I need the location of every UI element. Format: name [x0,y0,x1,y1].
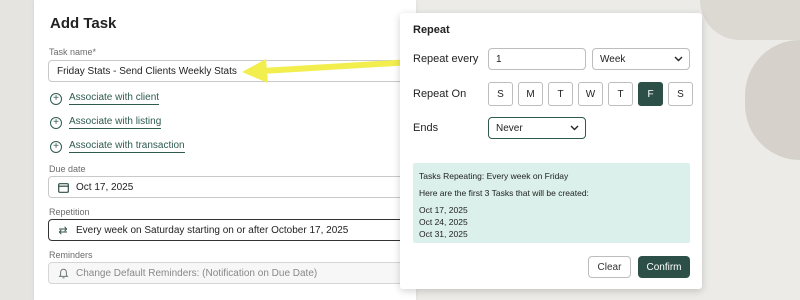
chevron-down-icon [674,54,683,64]
day-tuesday[interactable]: T [548,82,573,106]
repeat-icon: ⇄ [58,224,68,237]
day-friday[interactable]: F [638,82,663,106]
chevron-down-icon [570,123,579,133]
annotation-arrow [242,59,415,83]
repeat-unit-value: Week [600,53,626,65]
summary-intro: Here are the first 3 Tasks that will be … [419,188,589,198]
associate-listing-link[interactable]: + Associate with listing [50,116,162,129]
repeat-every-input[interactable]: 1 [488,48,586,70]
repeat-unit-select[interactable]: Week [592,48,690,70]
repeat-dialog: Repeat Repeat every 1 Week Repeat On S M… [400,13,702,289]
task-name-value: Friday Stats - Send Clients Weekly Stats [57,65,237,77]
due-date-value: Oct 17, 2025 [76,181,134,193]
repetition-field[interactable]: ⇄ Every week on Saturday starting on or … [48,219,413,241]
day-selector: S M T W T F S [488,82,693,106]
repetition-value: Every week on Saturday starting on or af… [76,224,349,236]
summary-date: Oct 31, 2025 [419,229,468,239]
ends-label: Ends [413,122,439,134]
reminders-field[interactable]: Change Default Reminders: (Notification … [48,262,413,284]
plus-circle-icon: + [50,92,62,105]
associate-client-link[interactable]: + Associate with client [50,92,160,105]
background-shape [700,0,800,40]
associate-listing-label: Associate with listing [69,116,162,129]
reminders-value: Change Default Reminders: (Notification … [76,267,318,279]
repetition-label: Repetition [49,207,90,217]
day-wednesday[interactable]: W [578,82,603,106]
due-date-label: Due date [49,164,86,174]
repeat-summary: Tasks Repeating: Every week on Friday He… [413,163,690,243]
day-saturday[interactable]: S [668,82,693,106]
repeat-every-value: 1 [496,53,502,65]
day-monday[interactable]: M [518,82,543,106]
summary-title: Tasks Repeating: Every week on Friday [419,171,569,181]
ends-value: Never [496,122,523,134]
ends-select[interactable]: Never [488,117,586,139]
summary-date: Oct 24, 2025 [419,217,468,227]
calendar-icon [57,181,69,193]
task-name-label: Task name* [49,47,97,57]
reminders-label: Reminders [49,250,93,260]
associate-transaction-link[interactable]: + Associate with transaction [50,140,185,153]
plus-circle-icon: + [50,116,62,129]
add-task-panel: Add Task Task name* Friday Stats - Send … [34,0,416,300]
confirm-button[interactable]: Confirm [638,256,690,278]
repeat-title: Repeat [413,24,450,36]
repeat-every-label: Repeat every [413,53,479,65]
background-shape [745,40,800,160]
repeat-on-label: Repeat On [413,88,467,100]
bell-icon [57,267,69,279]
page-title: Add Task [50,15,117,32]
associate-transaction-label: Associate with transaction [69,140,185,153]
day-sunday[interactable]: S [488,82,513,106]
plus-circle-icon: + [50,140,62,153]
due-date-field[interactable]: Oct 17, 2025 [48,176,413,198]
background-strip [0,0,34,300]
summary-date: Oct 17, 2025 [419,205,468,215]
day-thursday[interactable]: T [608,82,633,106]
associate-client-label: Associate with client [69,92,160,105]
clear-button[interactable]: Clear [588,256,631,278]
